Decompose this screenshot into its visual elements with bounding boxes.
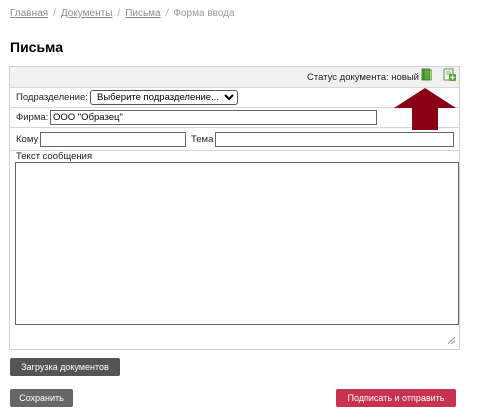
subdivision-label: Подразделение:: [16, 92, 88, 103]
save-button[interactable]: Сохранить: [10, 389, 73, 407]
message-label: Текст сообщения: [16, 151, 93, 162]
green-add-document-icon[interactable]: [443, 68, 456, 81]
status-label: Статус документа:: [307, 72, 389, 83]
page-title: Письма: [10, 39, 64, 55]
firm-input[interactable]: [50, 110, 377, 125]
breadcrumb-current: Форма ввода: [173, 8, 235, 19]
status-value: новый: [391, 72, 419, 83]
to-label: Кому: [16, 134, 39, 145]
firm-row: Фирма:: [10, 108, 459, 128]
letter-form: Статус документа: новый Подразделение: В…: [9, 66, 460, 350]
breadcrumb-link-documents[interactable]: Документы: [61, 8, 113, 19]
breadcrumb-separator: /: [165, 8, 169, 19]
breadcrumb-link-letters[interactable]: Письма: [125, 8, 160, 19]
subdivision-select[interactable]: Выберите подразделение...: [90, 90, 238, 105]
subject-label: Тема: [191, 134, 214, 145]
recipient-subject-row: Кому Тема: [10, 128, 459, 151]
textarea-resize-handle[interactable]: [448, 337, 455, 344]
to-input[interactable]: [40, 132, 186, 147]
subdivision-row: Подразделение: Выберите подразделение...: [10, 88, 459, 108]
message-row: Текст сообщения: [10, 151, 459, 348]
subject-input[interactable]: [215, 132, 454, 147]
status-bar: Статус документа: новый: [10, 67, 459, 88]
breadcrumb: Главная / Документы / Письма / Форма ввода: [10, 8, 235, 19]
breadcrumb-separator: /: [117, 8, 121, 19]
upload-documents-button[interactable]: Загрузка документов: [10, 358, 120, 376]
sign-and-send-button[interactable]: Подписать и отправить: [336, 389, 456, 407]
green-book-icon[interactable]: [421, 68, 432, 81]
breadcrumb-separator: /: [53, 8, 56, 19]
breadcrumb-link-home[interactable]: Главная: [10, 8, 48, 19]
message-textarea[interactable]: [15, 162, 459, 325]
firm-label: Фирма:: [16, 112, 49, 123]
annotation-arrow-up-icon: [394, 88, 456, 130]
